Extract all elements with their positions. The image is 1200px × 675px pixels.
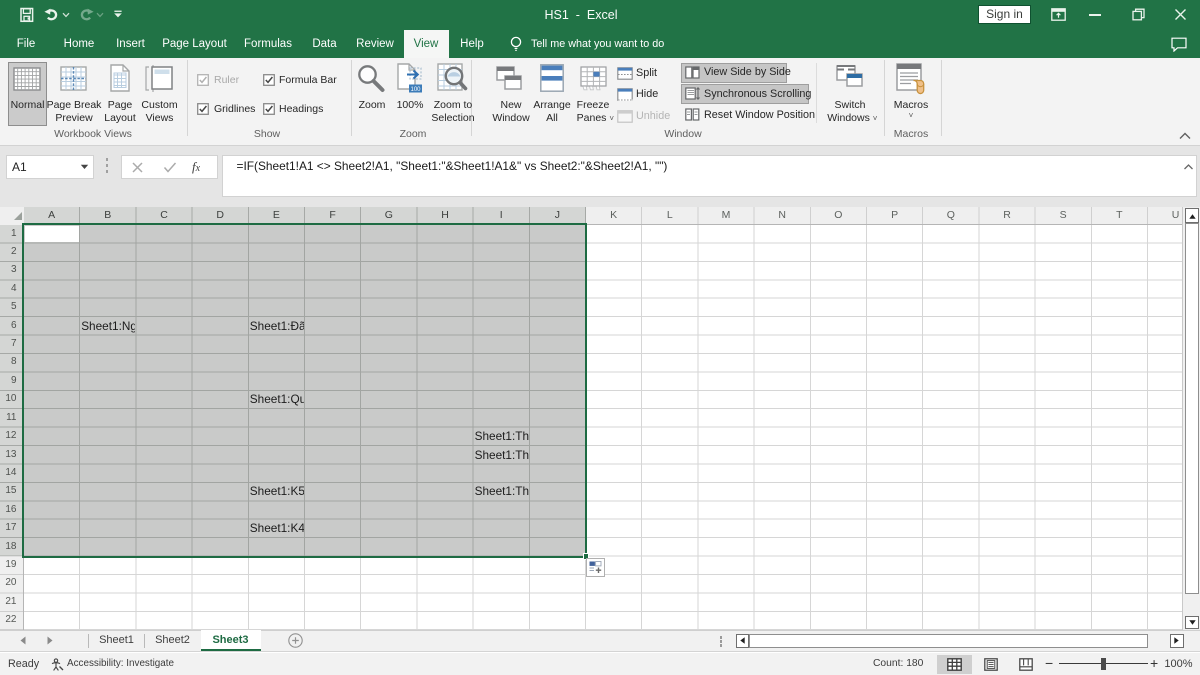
svg-text:100: 100 (410, 87, 421, 93)
